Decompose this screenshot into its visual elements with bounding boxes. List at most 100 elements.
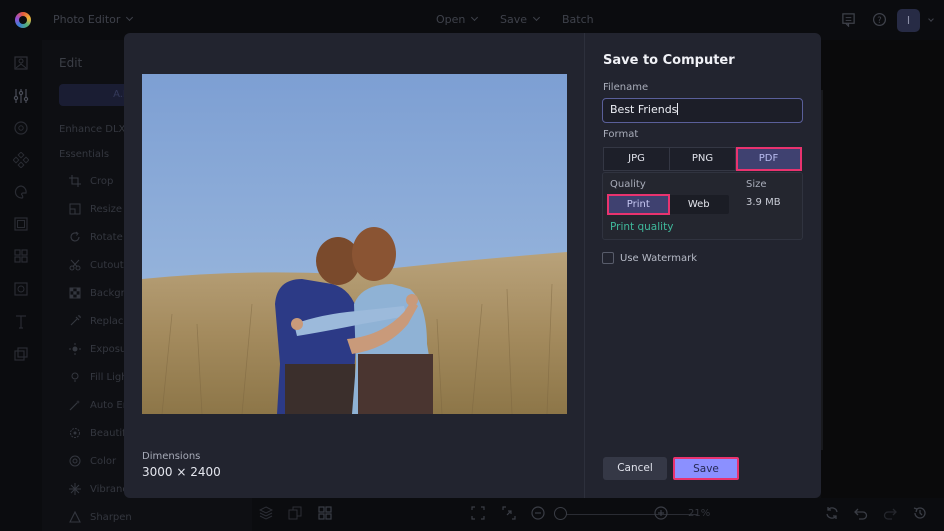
triangle-icon (69, 511, 81, 523)
color-wheel-icon (69, 455, 81, 467)
zoom-out-icon[interactable] (531, 506, 545, 520)
format-jpg-button[interactable]: JPG (603, 147, 670, 171)
tool-vibrance[interactable]: Vibranc (69, 481, 128, 497)
watermark-checkbox[interactable] (602, 252, 614, 264)
overlay-icon[interactable] (13, 281, 29, 297)
tool-beautify[interactable]: Beautify (69, 425, 131, 441)
tool-rotate[interactable]: Rotate (69, 229, 123, 245)
quality-label: Quality (610, 179, 646, 190)
quality-print-button[interactable]: Print (607, 194, 670, 215)
app-logo-icon[interactable] (15, 12, 31, 28)
help-icon[interactable]: ? (872, 12, 887, 27)
tool-label: Exposu (90, 343, 127, 355)
zoom-slider-handle[interactable] (554, 507, 567, 520)
quality-hint: Print quality (610, 221, 674, 233)
image-icon[interactable] (13, 55, 29, 71)
chevron-down-icon[interactable] (928, 16, 934, 22)
bottom-toolbar: 21% (252, 498, 944, 531)
graphics-icon[interactable] (13, 346, 29, 362)
filename-value: Best Friends (610, 103, 678, 116)
quality-web-button[interactable]: Web (669, 195, 730, 214)
actual-size-icon[interactable] (502, 506, 516, 520)
grid-icon[interactable] (13, 248, 29, 264)
tool-background[interactable]: Backgro (69, 285, 131, 301)
tool-label: Cutout (90, 259, 124, 271)
watermark-label: Use Watermark (620, 252, 698, 264)
batch-menu[interactable]: Batch (562, 13, 594, 26)
canvas-area (821, 40, 944, 498)
zoom-in-icon[interactable] (654, 506, 668, 520)
chat-icon[interactable] (841, 12, 856, 27)
zoom-slider-track[interactable] (562, 514, 697, 515)
open-menu[interactable]: Open (436, 13, 479, 26)
tool-label: Fill Ligh (90, 371, 128, 383)
tool-auto-enhance[interactable]: Auto En (69, 397, 129, 413)
size-label: Size (746, 179, 767, 190)
svg-text:?: ? (877, 15, 881, 25)
history-icon[interactable] (913, 506, 927, 520)
save-menu-label: Save (500, 13, 528, 26)
format-pdf-button[interactable]: PDF (736, 147, 802, 171)
adjust-sliders-icon[interactable] (13, 88, 29, 104)
save-button[interactable]: Save (673, 457, 739, 480)
tool-crop[interactable]: Crop (69, 173, 113, 189)
panel-scrollbar[interactable] (821, 90, 823, 450)
flower-icon (70, 428, 80, 438)
frame-icon[interactable] (13, 216, 29, 232)
fit-screen-icon[interactable] (471, 506, 485, 520)
tool-label: Rotate (90, 231, 123, 243)
scissors-icon (69, 259, 81, 271)
tool-rail (0, 40, 42, 531)
bulb-icon (71, 372, 79, 382)
essentials-heading: Essentials (59, 149, 110, 160)
palette-icon[interactable] (13, 184, 29, 200)
redo-icon[interactable] (883, 506, 897, 520)
app-title-menu[interactable]: Photo Editor (53, 13, 134, 26)
effects-icon[interactable] (13, 152, 29, 168)
tool-label: Vibranc (90, 483, 128, 495)
tool-label: Resize (90, 203, 123, 215)
tool-label: Sharpen (90, 511, 132, 523)
undo-icon[interactable] (854, 506, 868, 520)
batch-menu-label: Batch (562, 13, 594, 26)
save-menu[interactable]: Save (500, 13, 541, 26)
dropper-icon (70, 315, 81, 326)
quality-selector: Print Web (607, 194, 730, 215)
dimensions-value: 3000 × 2400 (142, 465, 221, 479)
format-png-button[interactable]: PNG (670, 147, 736, 171)
rotate-icon (70, 231, 80, 242)
compare-icon[interactable] (288, 506, 302, 520)
tool-resize[interactable]: Resize (69, 201, 122, 217)
image-preview (142, 74, 567, 414)
tool-color[interactable]: Color (69, 453, 116, 469)
size-value: 3.9 MB (746, 197, 781, 208)
tool-replace-color[interactable]: Replace (69, 313, 130, 329)
chevron-down-icon (471, 13, 479, 22)
crop-icon (69, 175, 81, 187)
tool-exposure[interactable]: Exposu (69, 341, 126, 357)
wand-icon (69, 400, 80, 411)
filename-input[interactable]: Best Friends (602, 98, 803, 123)
resize-icon (69, 203, 81, 215)
sun-icon (69, 343, 81, 355)
checker-icon (69, 287, 81, 299)
enhance-dlx-item[interactable]: Enhance DLX (59, 124, 125, 135)
refresh-icon[interactable] (825, 506, 839, 520)
tool-fill-light[interactable]: Fill Ligh (69, 369, 128, 385)
sparkle-icon (69, 483, 81, 495)
photo-editor-app: Photo Editor Open Save Batch ? I Edit A.… (0, 0, 944, 531)
format-label: Format (603, 129, 639, 140)
watermark-option[interactable]: Use Watermark (602, 252, 697, 264)
eye-icon[interactable] (13, 120, 29, 136)
user-avatar[interactable]: I (897, 9, 920, 32)
tool-sharpen[interactable]: Sharpen (69, 509, 132, 525)
layers-icon[interactable] (259, 506, 273, 520)
tool-label: Color (90, 455, 117, 467)
cancel-button[interactable]: Cancel (603, 457, 667, 480)
text-caret (677, 103, 679, 115)
text-icon[interactable] (13, 314, 29, 330)
zoom-percent: 21% (688, 508, 711, 519)
tool-cutout[interactable]: Cutout (69, 257, 124, 273)
edit-panel-title: Edit (59, 56, 83, 70)
grid-view-icon[interactable] (318, 506, 332, 520)
